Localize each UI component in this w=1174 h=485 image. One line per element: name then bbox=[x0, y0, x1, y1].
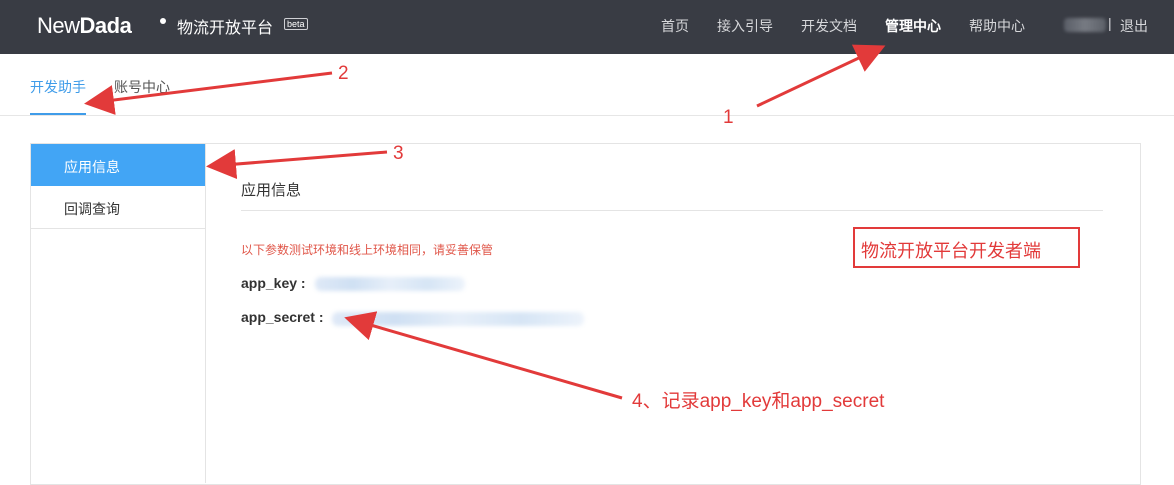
logout-link[interactable]: 退出 bbox=[1120, 16, 1148, 36]
annotation-number-2: 2 bbox=[338, 63, 349, 84]
top-navigation-bar: NewDada 物流开放平台 beta 首页 接入引导 开发文档 管理中心 帮助… bbox=[0, 0, 1174, 54]
sidebar-item-app-info[interactable]: 应用信息 bbox=[31, 144, 205, 186]
annotation-number-3: 3 bbox=[393, 143, 404, 164]
content-title: 应用信息 bbox=[241, 182, 302, 199]
sidebar-item-callback-query[interactable]: 回调查询 bbox=[31, 186, 205, 229]
app-key-value-redacted[interactable] bbox=[315, 277, 465, 291]
annotation-step-4: 4、记录app_key和app_secret bbox=[632, 391, 885, 412]
nav-separator: | bbox=[1108, 15, 1112, 31]
active-tab-indicator bbox=[30, 113, 86, 115]
annotation-number-1: 1 bbox=[723, 107, 734, 128]
nav-integration-guide[interactable]: 接入引导 bbox=[717, 16, 773, 36]
logo-dot-icon bbox=[160, 18, 166, 24]
nav-help-center[interactable]: 帮助中心 bbox=[969, 16, 1025, 36]
beta-badge: beta bbox=[284, 18, 308, 30]
annotation-box-text: 物流开放平台开发者端 bbox=[861, 241, 1041, 261]
tab-dev-assistant[interactable]: 开发助手 bbox=[30, 77, 86, 97]
username-redacted[interactable] bbox=[1064, 18, 1106, 32]
platform-name: 物流开放平台 bbox=[177, 20, 274, 37]
app-secret-label: app_secret : bbox=[241, 309, 324, 325]
logo-thin-text: New bbox=[37, 13, 80, 38]
secondary-tabs: 开发助手 账号中心 bbox=[0, 54, 1174, 116]
sidebar-item-label: 回调查询 bbox=[64, 201, 120, 217]
tab-account-center[interactable]: 账号中心 bbox=[114, 77, 170, 97]
sidebar-item-label: 应用信息 bbox=[64, 159, 120, 175]
nav-home[interactable]: 首页 bbox=[661, 16, 689, 36]
content-divider bbox=[241, 210, 1103, 211]
app-secret-value-redacted[interactable] bbox=[332, 312, 584, 326]
notice-text: 以下参数测试环境和线上环境相同，请妥善保管 bbox=[241, 243, 494, 257]
nav-dev-docs[interactable]: 开发文档 bbox=[801, 16, 857, 36]
app-key-label: app_key : bbox=[241, 275, 306, 291]
newdada-logo[interactable]: NewDada bbox=[37, 11, 132, 41]
logo-bold-text: Dada bbox=[79, 13, 132, 38]
nav-management-center[interactable]: 管理中心 bbox=[885, 16, 941, 36]
annotation-box: 物流开放平台开发者端 bbox=[853, 227, 1080, 268]
